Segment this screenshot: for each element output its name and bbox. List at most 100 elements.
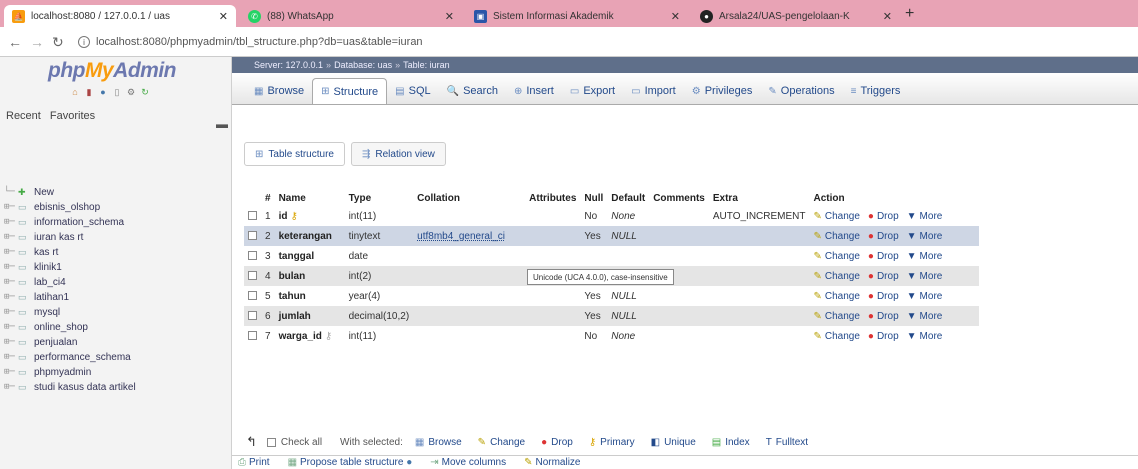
back-arrow-icon[interactable]: ← [8,34,22,50]
close-tab-icon[interactable]: ✕ [671,10,680,23]
breadcrumb-table[interactable]: Table: iuran [403,60,450,70]
bulk-change-button[interactable]: ✎ Change [478,437,525,448]
bulk-fulltext-button[interactable]: T Fulltext [766,437,808,448]
url-field[interactable]: i localhost:8080/phpmyadmin/tbl_structur… [78,33,423,51]
tab-search[interactable]: 🔍 Search [439,78,506,104]
row-checkbox[interactable] [248,331,257,341]
close-tab-icon[interactable]: ✕ [883,10,892,23]
breadcrumb-server[interactable]: Server: 127.0.0.1 [254,60,323,70]
settings-icon[interactable]: ⚙ [126,87,136,97]
row-checkbox[interactable] [248,271,257,281]
move-columns-link[interactable]: ⇥ Move columns [430,457,506,468]
tree-item-database[interactable]: ⊞─ ▭ lab_ci4 [4,275,228,290]
expand-icon[interactable]: ⊞─ [4,290,18,305]
collapse-all-icon[interactable]: ▬ [216,117,228,131]
tab-structure[interactable]: ⊞ Structure [312,78,388,104]
tree-item-database[interactable]: ⊞─ ▭ studi kasus data artikel [4,380,228,395]
tree-item-database[interactable]: ⊞─ ▭ kas rt [4,245,228,260]
column-header[interactable]: Action [809,190,980,206]
tree-item-database[interactable]: ⊞─ ▭ ebisnis_olshop [4,200,228,215]
new-tab-button[interactable]: + [905,5,914,23]
row-checkbox[interactable] [248,291,257,301]
column-header[interactable]: # [261,190,275,206]
check-all-label[interactable]: Check all [281,437,322,448]
more-dropdown[interactable]: ▼ More [907,331,943,342]
change-button[interactable]: ✎ Change [813,331,859,342]
tab-insert[interactable]: ⊕ Insert [506,78,562,104]
change-button[interactable]: ✎ Change [813,271,859,282]
check-all-checkbox[interactable] [266,437,276,447]
tab-browse[interactable]: ▦ Browse [246,78,312,104]
tree-item-database[interactable]: ⊞─ ▭ iuran kas rt [4,230,228,245]
more-dropdown[interactable]: ▼ More [907,251,943,262]
tab-import[interactable]: ▭ Import [623,78,684,104]
tab-export[interactable]: ▭ Export [562,78,623,104]
bulk-primary-button[interactable]: ⚷ Primary [589,437,635,448]
reload-nav-icon[interactable]: ↻ [140,87,150,97]
relation-view-subtab[interactable]: ⇶ Relation view [350,142,446,166]
tree-item-database[interactable]: ⊞─ ▭ online_shop [4,320,228,335]
drop-button[interactable]: ● Drop [868,251,899,262]
drop-button[interactable]: ● Drop [868,311,899,322]
expand-icon[interactable]: ⊞─ [4,305,18,320]
browser-tab-phpmyadmin[interactable]: ⛵ localhost:8080 / 127.0.0.1 / uas ✕ [4,5,236,27]
column-header[interactable]: Extra [708,190,810,206]
bulk-drop-button[interactable]: ● Drop [541,437,573,448]
expand-icon[interactable]: ⊞─ [4,380,18,395]
column-header[interactable]: Default [607,190,650,206]
drop-button[interactable]: ● Drop [868,211,899,222]
expand-icon[interactable]: ⊞─ [4,215,18,230]
expand-icon[interactable]: ⊞─ [4,350,18,365]
reload-icon[interactable]: ↻ [52,34,64,50]
browser-tab-whatsapp[interactable]: ✆ (88) WhatsApp ✕ [240,5,462,27]
more-dropdown[interactable]: ▼ More [907,271,943,282]
tab-sql[interactable]: ▤ SQL [387,78,438,104]
expand-icon[interactable]: ⊞─ [4,245,18,260]
breadcrumb-database[interactable]: Database: uas [334,60,392,70]
tree-item-database[interactable]: ⊞─ ▭ penjualan [4,335,228,350]
print-link[interactable]: ⎙ Print [238,457,270,468]
forward-arrow-icon[interactable]: → [30,34,44,50]
close-tab-icon[interactable]: ✕ [445,10,454,23]
change-button[interactable]: ✎ Change [813,231,859,242]
expand-icon[interactable]: ⊞─ [4,230,18,245]
site-info-icon[interactable]: i [78,36,90,48]
close-tab-icon[interactable]: ✕ [219,10,228,23]
tree-item-database[interactable]: ⊞─ ▭ klinik1 [4,260,228,275]
tree-item-database[interactable]: ⊞─ ▭ latihan1 [4,290,228,305]
propose-structure-link[interactable]: ▦ Propose table structure ● [288,457,413,468]
tree-item-new[interactable]: └─ ✚ New [4,185,228,200]
help-icon[interactable]: ● [98,87,108,97]
tree-item-database[interactable]: ⊞─ ▭ mysql [4,305,228,320]
bulk-index-button[interactable]: ▤ Index [712,437,750,448]
column-header[interactable]: Null [580,190,608,206]
expand-icon[interactable]: ⊞─ [4,275,18,290]
column-header[interactable]: Comments [649,190,709,206]
row-checkbox[interactable] [248,311,257,321]
drop-button[interactable]: ● Drop [868,331,899,342]
home-icon[interactable]: ⌂ [70,87,80,97]
expand-icon[interactable]: ⊞─ [4,335,18,350]
expand-icon[interactable]: ⊞─ [4,200,18,215]
column-header[interactable]: Attributes [525,190,581,206]
logout-icon[interactable]: ▮ [84,87,94,97]
column-header[interactable]: Collation [413,190,526,206]
change-button[interactable]: ✎ Change [813,211,859,222]
expand-icon[interactable]: ⊞─ [4,260,18,275]
bulk-browse-button[interactable]: ▦ Browse [415,437,462,448]
row-checkbox[interactable] [248,251,257,261]
tree-item-database[interactable]: ⊞─ ▭ performance_schema [4,350,228,365]
expand-icon[interactable]: ⊞─ [4,365,18,380]
tab-triggers[interactable]: ≡ Triggers [843,78,909,104]
more-dropdown[interactable]: ▼ More [907,211,943,222]
recent-tab[interactable]: Recent [6,110,41,122]
tab-privileges[interactable]: ⚙ Privileges [684,78,761,104]
change-button[interactable]: ✎ Change [813,251,859,262]
favorites-tab[interactable]: Favorites [50,110,95,122]
tab-operations[interactable]: ✎ Operations [760,78,842,104]
drop-button[interactable]: ● Drop [868,231,899,242]
table-structure-subtab[interactable]: ⊞ Table structure [244,142,345,166]
more-dropdown[interactable]: ▼ More [907,291,943,302]
drop-button[interactable]: ● Drop [868,271,899,282]
row-checkbox[interactable] [248,211,257,221]
